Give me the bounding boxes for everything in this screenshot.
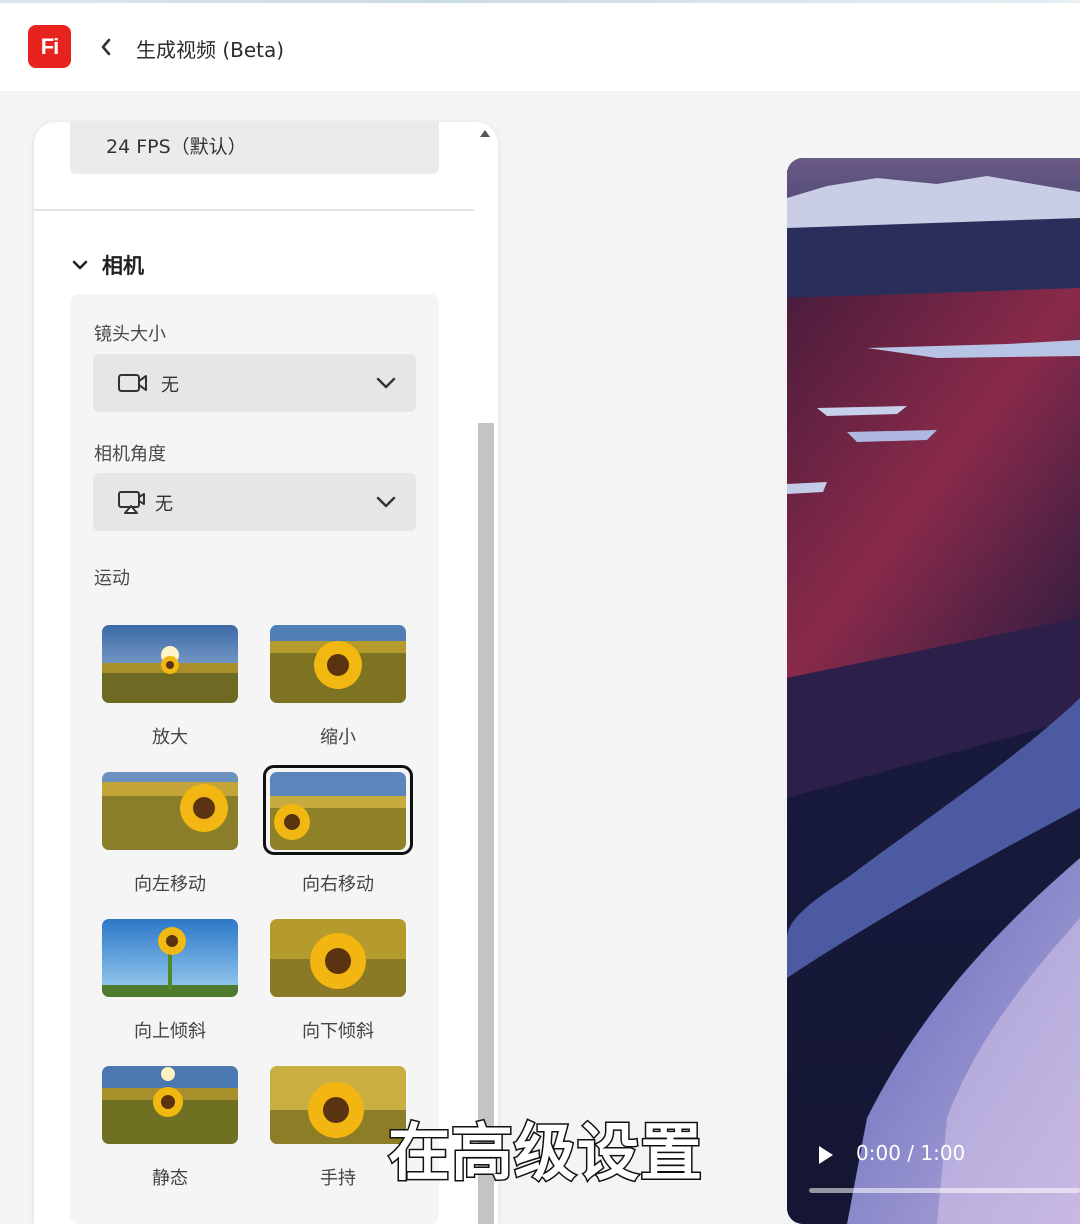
motion-label: 运动: [94, 568, 130, 589]
video-camera-icon: [118, 374, 147, 392]
chevron-left-icon: [101, 38, 111, 56]
lens-size-label: 镜头大小: [94, 324, 166, 345]
motion-tilt-down[interactable]: 向下倾斜: [262, 911, 412, 1042]
motion-pan-right[interactable]: 向右移动: [262, 764, 413, 895]
motion-label: 静态: [152, 1168, 188, 1189]
page-title: 生成视频 (Beta): [136, 38, 285, 62]
lens-size-select[interactable]: 无: [93, 354, 416, 412]
motion-thumbnail: [270, 772, 406, 850]
video-progress-bar[interactable]: [809, 1188, 1080, 1193]
motion-label: 向下倾斜: [302, 1021, 374, 1042]
camera-section-toggle[interactable]: 相机: [72, 250, 144, 280]
section-title: 相机: [102, 254, 144, 278]
camera-settings-card: 镜头大小 无 相机角度 无 运动 放大 缩小 向左移动 向右移动 向上倾斜 向下…: [70, 294, 439, 1224]
motion-static[interactable]: 静态: [94, 1058, 244, 1189]
fps-value: 24 FPS（默认）: [106, 136, 247, 158]
motion-zoom-out[interactable]: 缩小: [262, 617, 412, 748]
motion-tilt-up[interactable]: 向上倾斜: [94, 911, 244, 1042]
camera-angle-label: 相机角度: [94, 444, 166, 465]
motion-label: 放大: [152, 727, 188, 748]
motion-thumbnail: [102, 1066, 238, 1144]
subtitle-caption: 在高级设置: [386, 1116, 704, 1189]
chevron-down-icon: [376, 377, 396, 389]
camera-angle-value: 无: [155, 494, 173, 515]
app-header: Fi 生成视频 (Beta): [0, 3, 1080, 91]
app-logo[interactable]: Fi: [28, 25, 71, 68]
motion-label: 向上倾斜: [134, 1021, 206, 1042]
motion-thumbnail: [270, 919, 406, 997]
fps-select[interactable]: 24 FPS（默认）: [70, 122, 439, 174]
camera-angle-icon: [118, 491, 145, 514]
chevron-down-icon: [376, 496, 396, 508]
settings-panel: 24 FPS（默认） 相机 镜头大小 无 相机角度 无 运动 放大 缩小 向左移…: [34, 122, 498, 1224]
panel-scrollbar[interactable]: [476, 130, 496, 1224]
chevron-down-icon: [72, 260, 88, 270]
motion-label: 向左移动: [134, 874, 206, 895]
video-preview[interactable]: 0:00 / 1:00: [787, 158, 1080, 1224]
camera-angle-select[interactable]: 无: [93, 473, 416, 531]
landscape-image: [787, 158, 1080, 1224]
motion-thumbnail: [270, 1066, 406, 1144]
motion-zoom-in[interactable]: 放大: [94, 617, 244, 748]
divider: [34, 209, 474, 211]
scroll-up-arrow-icon[interactable]: [480, 130, 490, 137]
motion-label: 缩小: [320, 727, 356, 748]
back-button[interactable]: [94, 33, 118, 61]
motion-label: 向右移动: [302, 874, 374, 895]
motion-thumbnail: [270, 625, 406, 703]
motion-pan-left[interactable]: 向左移动: [94, 764, 244, 895]
motion-thumbnail: [102, 625, 238, 703]
motion-thumbnail: [102, 772, 238, 850]
scrollbar-thumb[interactable]: [478, 423, 494, 1224]
lens-size-value: 无: [161, 375, 179, 396]
motion-thumbnail: [102, 919, 238, 997]
play-icon[interactable]: [817, 1145, 835, 1165]
video-time: 0:00 / 1:00: [856, 1141, 966, 1165]
